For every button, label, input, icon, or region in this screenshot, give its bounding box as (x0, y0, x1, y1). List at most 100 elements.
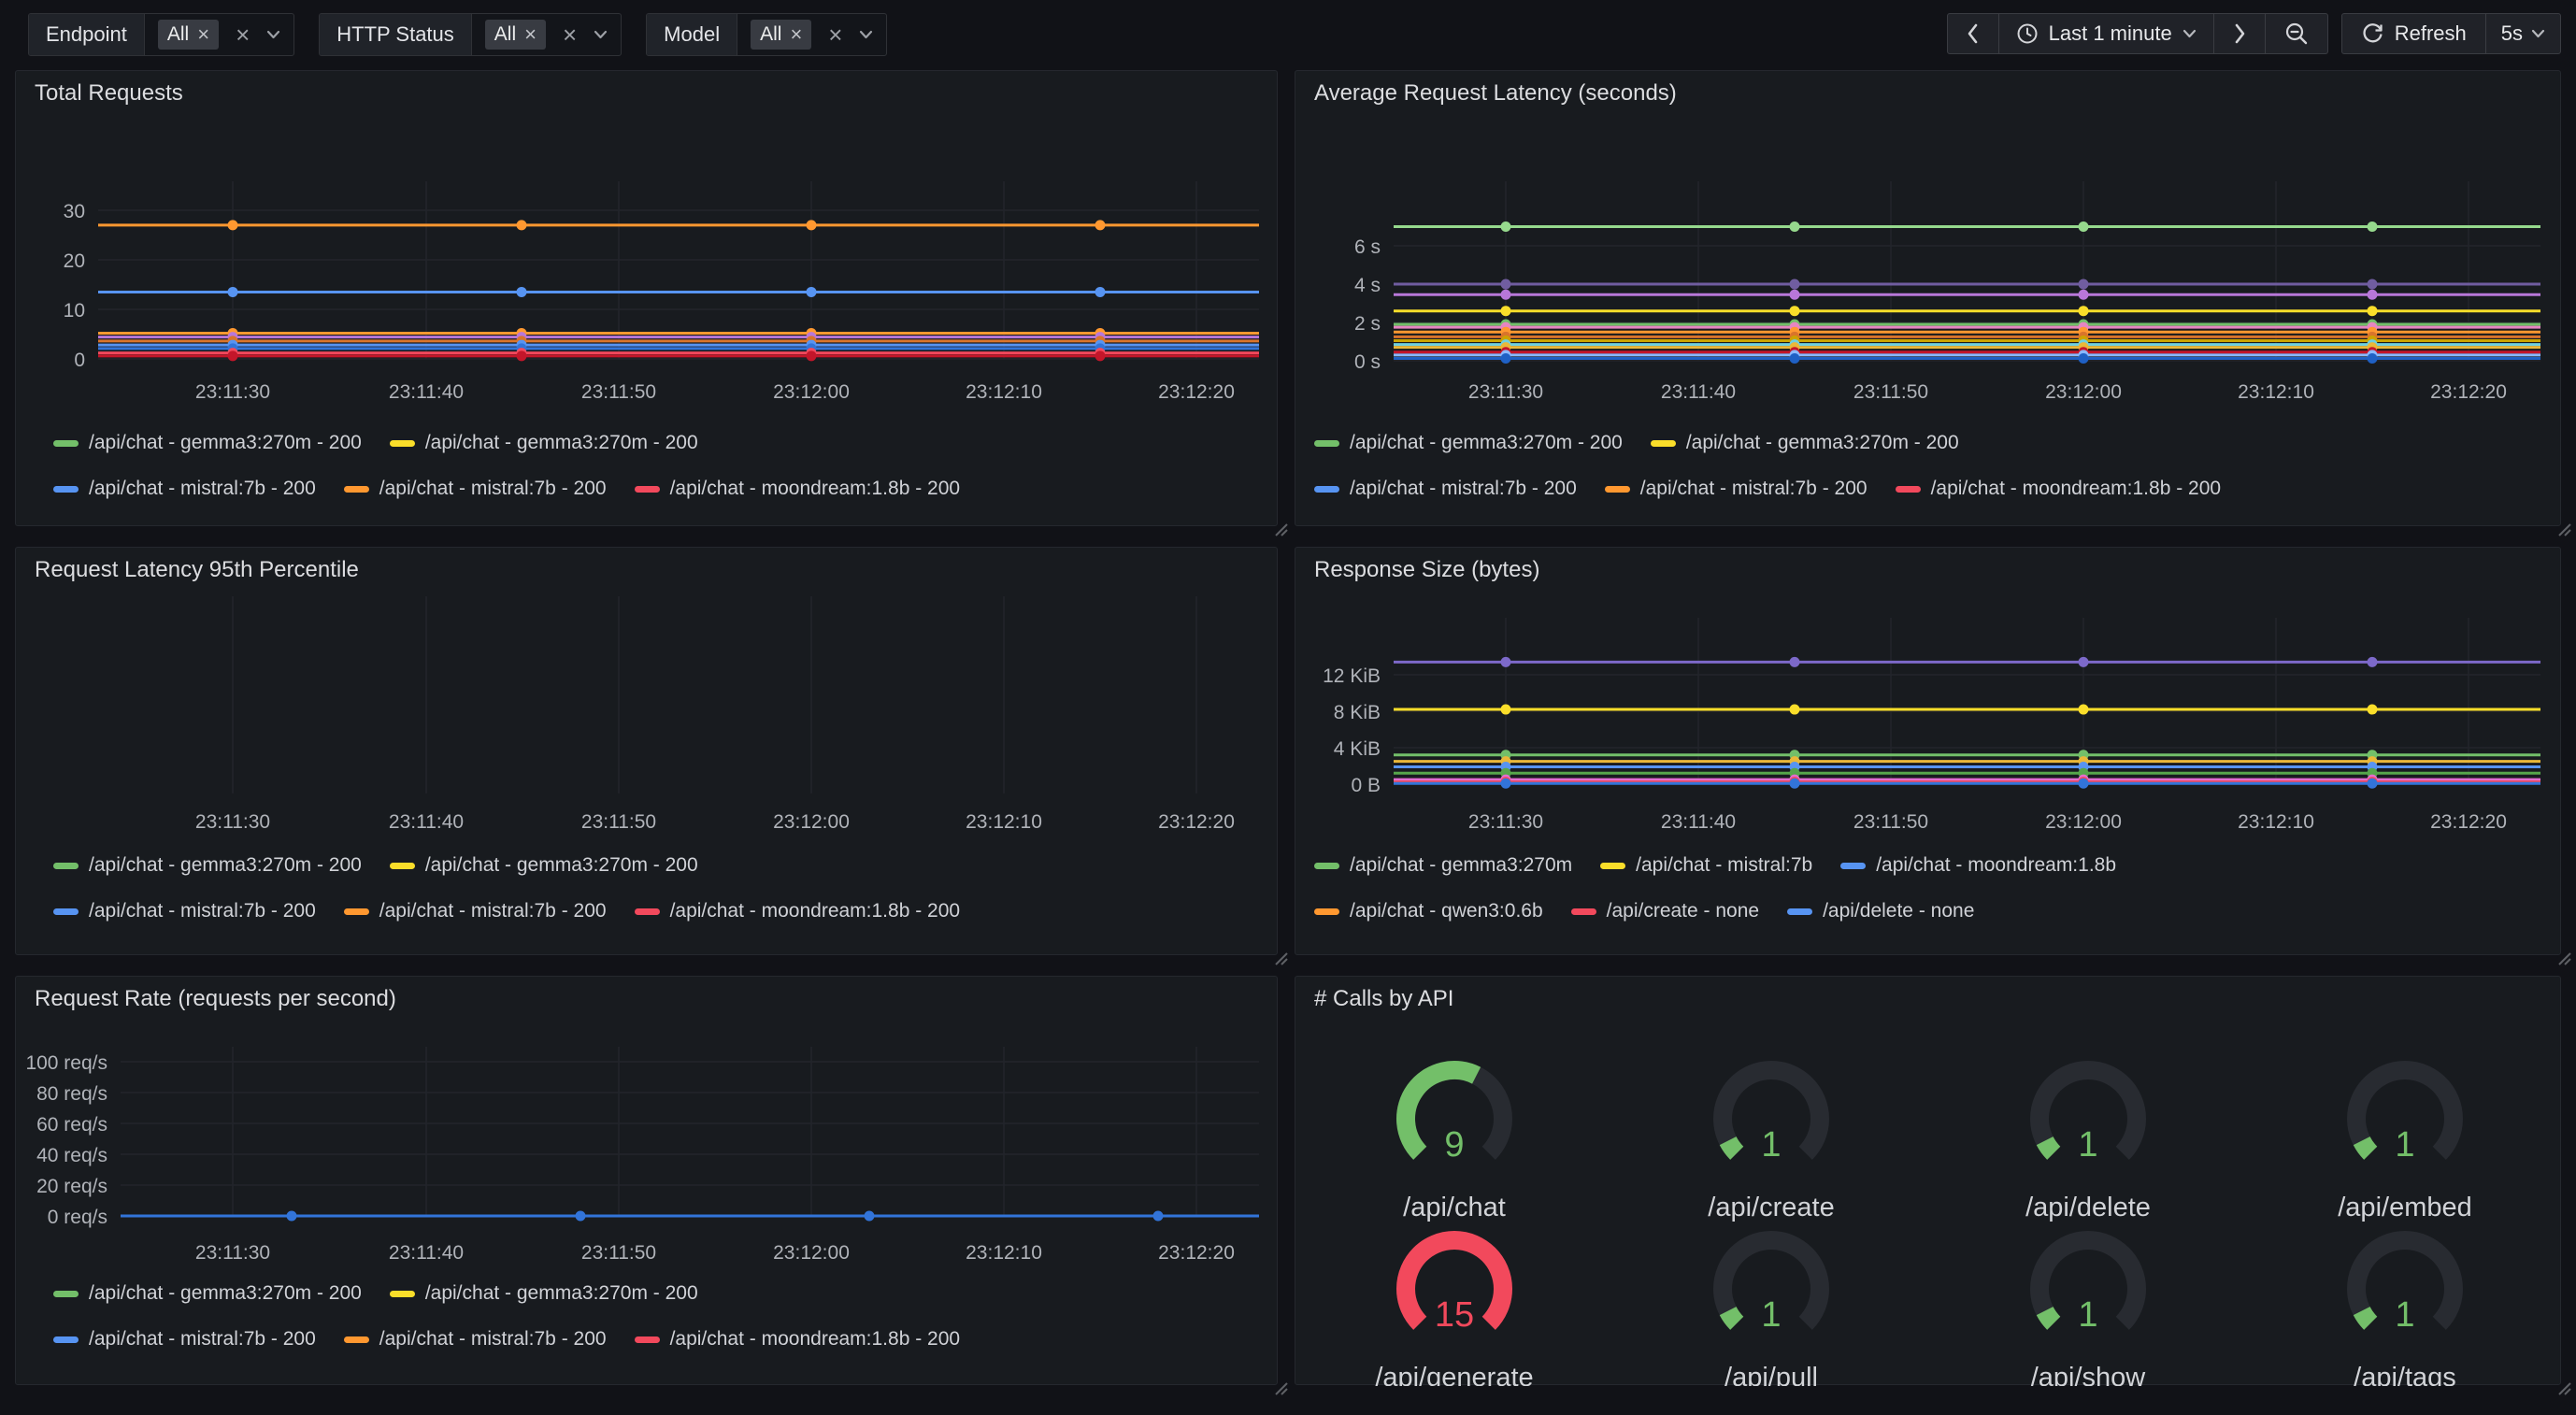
chart-canvas[interactable]: 23:11:3023:11:4023:11:5023:12:0023:12:10… (16, 71, 1279, 527)
series-point (1790, 306, 1800, 316)
filter-value-box[interactable]: All×× (472, 14, 621, 55)
y-axis-tick: 12 KiB (1323, 665, 1381, 687)
legend-label: /api/chat - mistral:7b - 200 (89, 1328, 316, 1351)
legend-item[interactable]: /api/chat - moondream:1.8b - 200 (1896, 478, 2222, 500)
chip-remove-icon[interactable]: × (524, 24, 537, 45)
series-point (2079, 779, 2089, 789)
series-point (517, 220, 527, 230)
series-point (865, 1211, 875, 1222)
legend-label: /api/chat - moondream:1.8b - 200 (670, 478, 961, 500)
legend-label: /api/chat - mistral:7b (1636, 854, 1812, 877)
chart-canvas[interactable]: 23:11:3023:11:4023:11:5023:12:0023:12:10… (16, 977, 1279, 1386)
filter-chip[interactable]: All× (751, 20, 811, 50)
legend-item[interactable]: /api/chat - mistral:7b - 200 (53, 478, 316, 500)
filter-clear-icon[interactable]: × (561, 22, 579, 47)
chart-canvas[interactable]: 23:11:3023:11:4023:11:5023:12:0023:12:10… (16, 548, 1279, 956)
gauge-label: /api/delete (2025, 1193, 2151, 1222)
y-axis-tick: 20 req/s (36, 1176, 107, 1197)
legend-item[interactable]: /api/chat - mistral:7b - 200 (344, 1328, 607, 1351)
legend-item[interactable]: /api/chat - mistral:7b - 200 (53, 900, 316, 922)
chart-canvas[interactable]: 23:11:3023:11:4023:11:5023:12:0023:12:10… (1295, 548, 2562, 956)
panel-calls-by-api: # Calls by API9/api/chat1/api/create1/ap… (1295, 976, 2561, 1385)
legend-label: /api/delete - none (1823, 900, 1974, 922)
filter-chip[interactable]: All× (485, 20, 546, 50)
legend-item[interactable]: /api/chat - gemma3:270m - 200 (390, 432, 698, 454)
x-axis-tick: 23:11:30 (195, 381, 270, 403)
legend-label: /api/chat - mistral:7b - 200 (379, 900, 607, 922)
filter-value-box[interactable]: All×× (737, 14, 886, 55)
gauge-label: /api/pull (1724, 1363, 1818, 1386)
legend-label: /api/create - none (1607, 900, 1759, 922)
filter-dropdown-toggle[interactable] (859, 30, 873, 39)
legend-label: /api/chat - gemma3:270m - 200 (1350, 432, 1623, 454)
time-shift-forward-button[interactable] (2213, 13, 2266, 54)
legend-item[interactable]: /api/chat - moondream:1.8b - 200 (635, 1328, 961, 1351)
legend-item[interactable]: /api/chat - qwen3:0.6b (1314, 900, 1543, 922)
legend-row: /api/chat - mistral:7b - 200/api/chat - … (53, 899, 960, 923)
legend-item[interactable]: /api/chat - gemma3:270m - 200 (53, 1282, 362, 1305)
legend-item[interactable]: /api/chat - gemma3:270m - 200 (1314, 432, 1623, 454)
legend-item[interactable]: /api/create - none (1571, 900, 1759, 922)
legend-label: /api/chat - mistral:7b - 200 (1640, 478, 1868, 500)
legend-swatch (390, 1291, 415, 1297)
chip-remove-icon[interactable]: × (197, 24, 209, 45)
gauge-value: 1 (1761, 1295, 1781, 1335)
legend-item[interactable]: /api/chat - moondream:1.8b - 200 (635, 900, 961, 922)
y-axis-tick: 0 req/s (48, 1207, 107, 1228)
legend-item[interactable]: /api/chat - gemma3:270m (1314, 854, 1572, 877)
x-axis-tick: 23:11:50 (581, 1242, 656, 1264)
chip-remove-icon[interactable]: × (790, 24, 802, 45)
y-axis-tick: 30 (64, 201, 85, 222)
legend-item[interactable]: /api/chat - gemma3:270m - 200 (390, 854, 698, 877)
filter-chip[interactable]: All× (158, 20, 219, 50)
legend-row: /api/chat - qwen3:0.6b/api/create - none… (1314, 899, 1974, 923)
legend-item[interactable]: /api/chat - mistral:7b - 200 (53, 1328, 316, 1351)
legend-item[interactable]: /api/chat - moondream:1.8b (1840, 854, 2116, 877)
legend-item[interactable]: /api/chat - mistral:7b - 200 (344, 900, 607, 922)
x-axis-tick: 23:12:20 (1158, 1242, 1235, 1264)
legend-item[interactable]: /api/chat - moondream:1.8b - 200 (635, 478, 961, 500)
time-shift-back-button[interactable] (1947, 13, 1999, 54)
gauge-grid: 9/api/chat1/api/create1/api/delete1/api/… (1295, 977, 2562, 1386)
y-axis-tick: 4 s (1354, 275, 1381, 296)
refresh-button[interactable]: Refresh (2341, 13, 2486, 54)
series-point (2368, 290, 2378, 300)
legend-item[interactable]: /api/chat - mistral:7b - 200 (344, 478, 607, 500)
legend-item[interactable]: /api/chat - gemma3:270m - 200 (1651, 432, 1959, 454)
legend-row: /api/chat - mistral:7b - 200/api/chat - … (53, 477, 960, 501)
legend-item[interactable]: /api/chat - gemma3:270m - 200 (53, 432, 362, 454)
refresh-interval-button[interactable]: 5s (2485, 13, 2561, 54)
series-point (1790, 705, 1800, 715)
legend-item[interactable]: /api/chat - gemma3:270m - 200 (53, 854, 362, 877)
panel-latency-p95: Request Latency 95th Percentile23:11:302… (15, 547, 1278, 955)
legend-item[interactable]: /api/chat - mistral:7b (1600, 854, 1812, 877)
legend-label: /api/chat - gemma3:270m - 200 (89, 854, 362, 877)
zoom-out-button[interactable] (2265, 13, 2328, 54)
filter-value-box[interactable]: All×× (145, 14, 293, 55)
chevron-left-icon (1966, 21, 1981, 46)
series-point (1790, 290, 1800, 300)
legend-item[interactable]: /api/chat - mistral:7b - 200 (1314, 478, 1577, 500)
series-point (1501, 705, 1511, 715)
x-axis-tick: 23:11:40 (1661, 811, 1736, 833)
legend-item[interactable]: /api/chat - mistral:7b - 200 (1605, 478, 1868, 500)
legend-swatch (1314, 440, 1339, 447)
x-axis-tick: 23:12:00 (2045, 811, 2122, 833)
chart-canvas[interactable]: 23:11:3023:11:4023:11:5023:12:0023:12:10… (1295, 71, 2562, 527)
series-point (1501, 779, 1511, 789)
filter-clear-icon[interactable]: × (826, 22, 844, 47)
time-range-picker[interactable]: Last 1 minute (1998, 13, 2214, 54)
legend-swatch (1605, 486, 1630, 493)
dashboard-topbar: EndpointAll××HTTP StatusAll××ModelAll×× … (0, 0, 2576, 67)
x-axis-tick: 23:11:40 (389, 811, 464, 833)
filter-clear-icon[interactable]: × (234, 22, 251, 47)
series-point (1790, 279, 1800, 290)
legend-swatch (1840, 863, 1866, 869)
filter-group-http-status: HTTP StatusAll×× (319, 13, 622, 56)
legend-item[interactable]: /api/delete - none (1787, 900, 1974, 922)
legend-item[interactable]: /api/chat - gemma3:270m - 200 (390, 1282, 698, 1305)
filter-dropdown-toggle[interactable] (266, 30, 280, 39)
legend-label: /api/chat - moondream:1.8b - 200 (670, 1328, 961, 1351)
series-point (2079, 705, 2089, 715)
filter-dropdown-toggle[interactable] (594, 30, 608, 39)
